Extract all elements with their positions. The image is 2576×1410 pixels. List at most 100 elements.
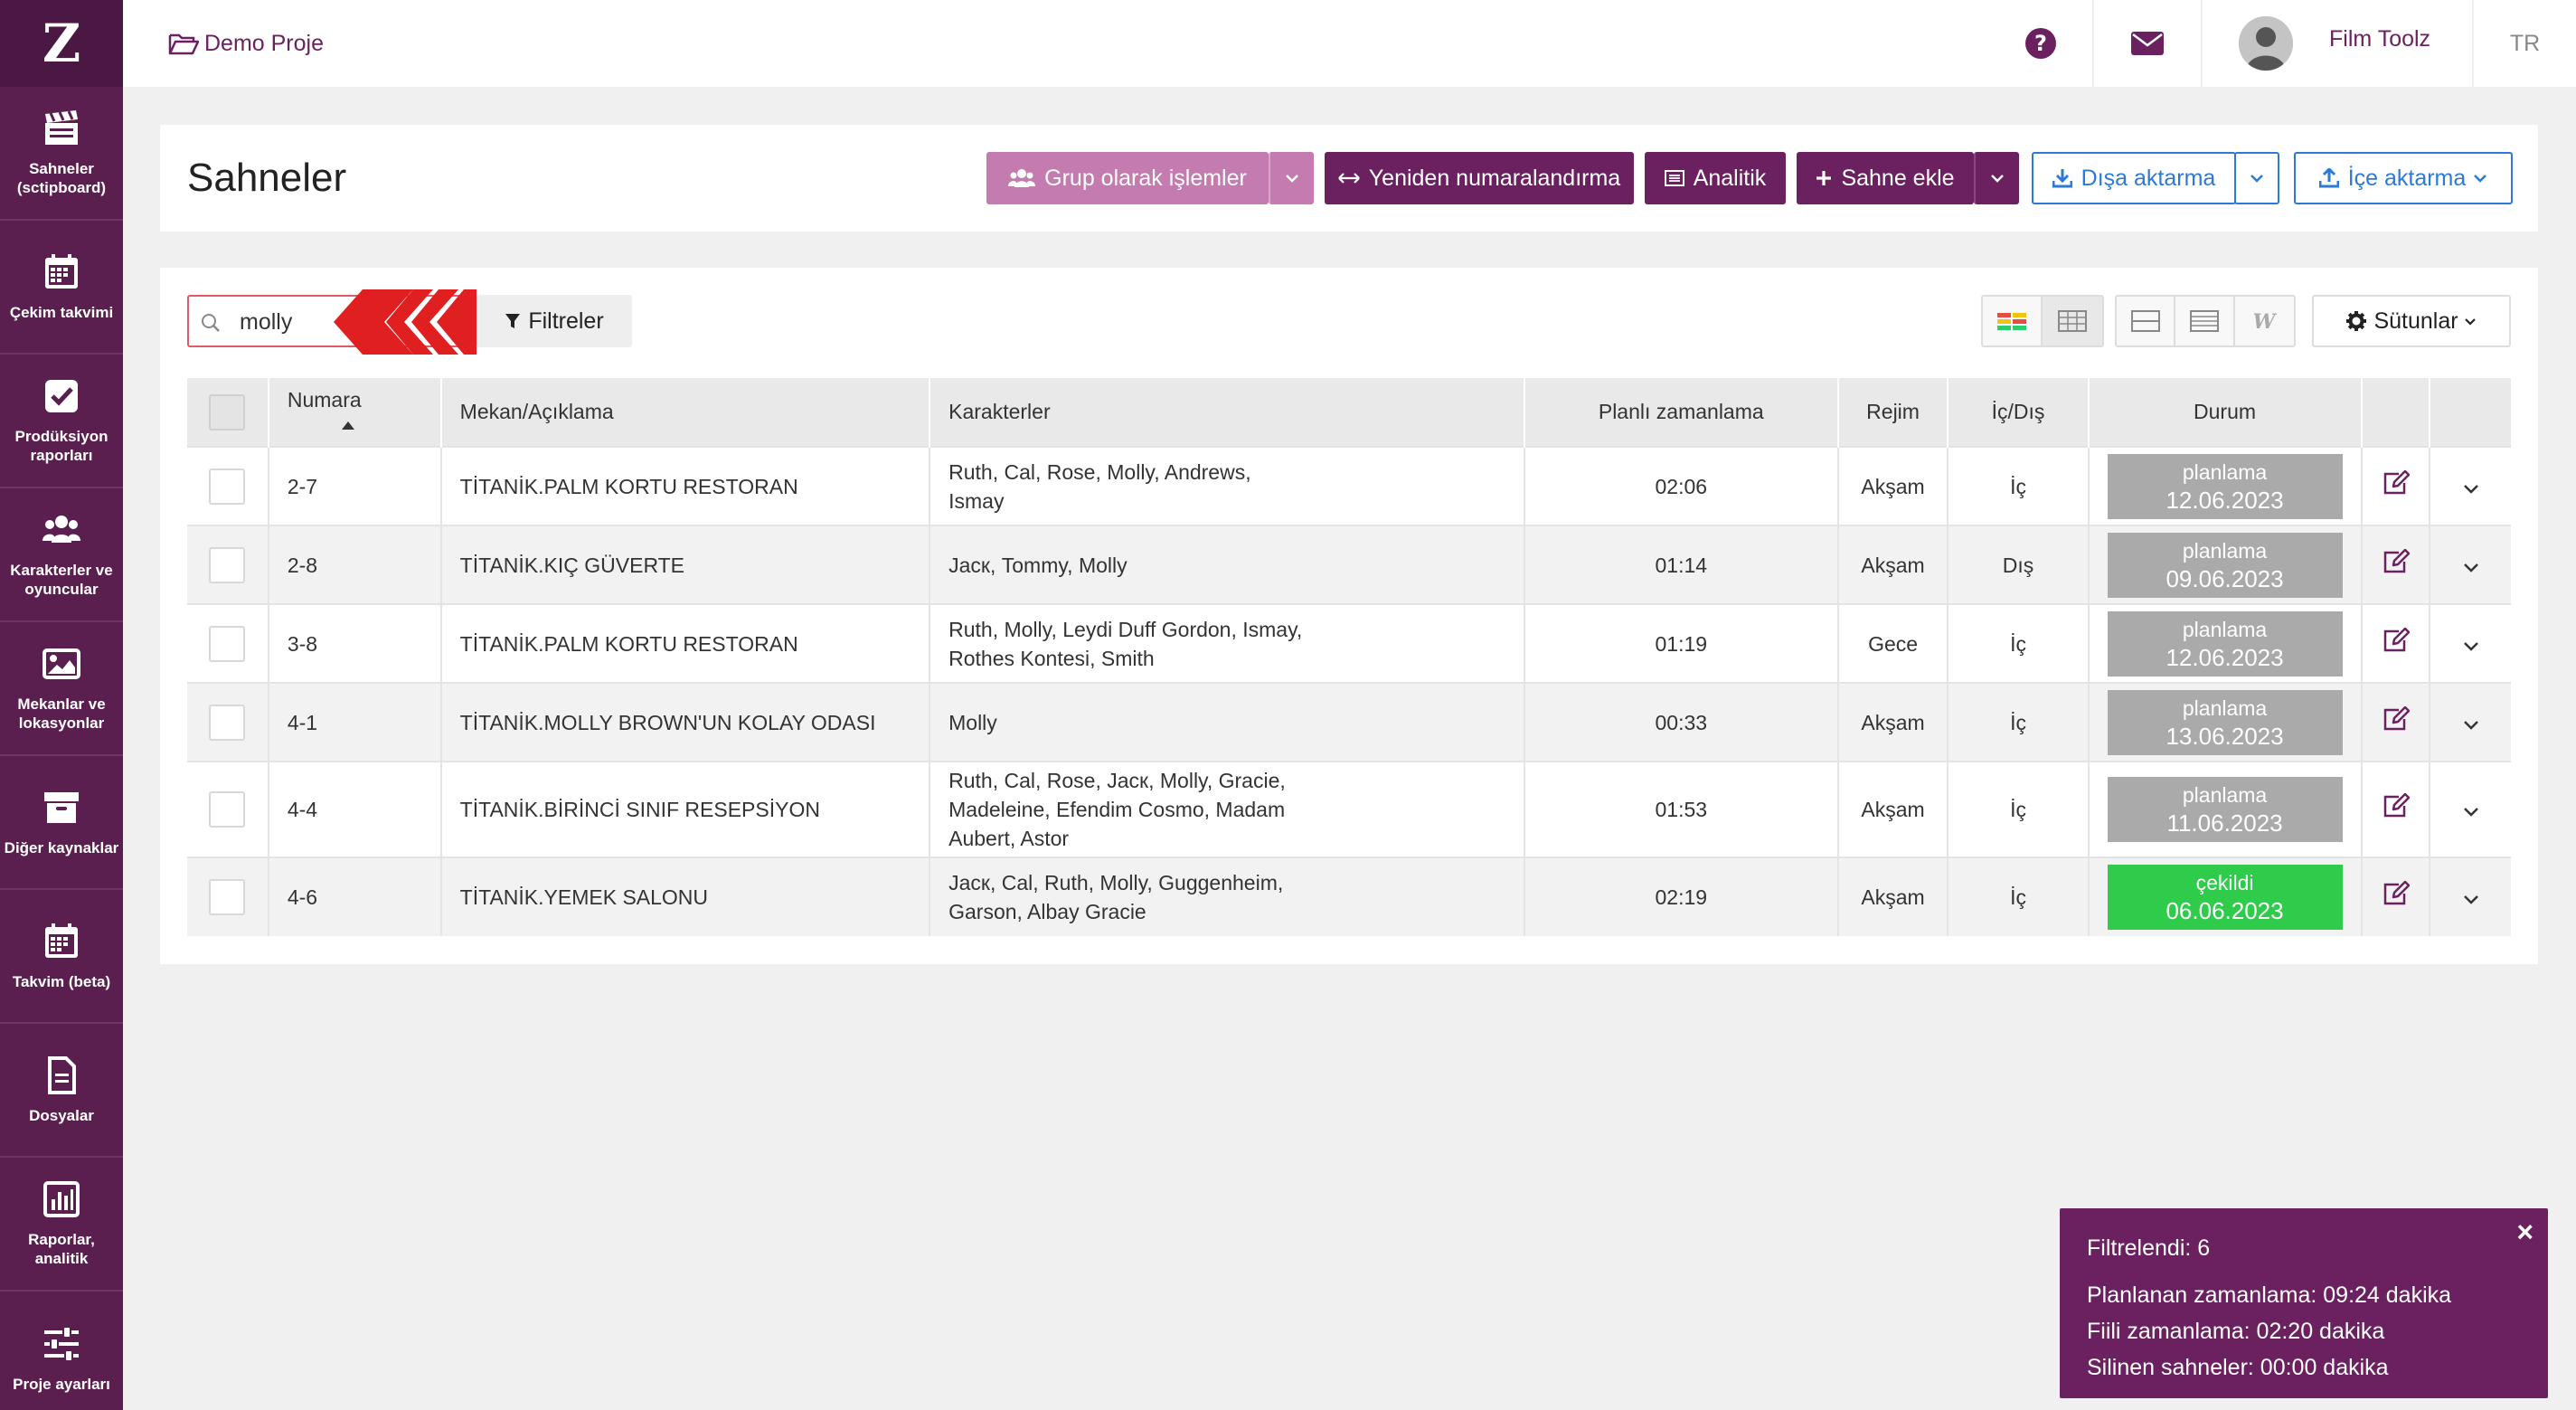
select-all-cell (187, 378, 269, 447)
expand-row-button[interactable] (2430, 761, 2511, 857)
row-checkbox[interactable] (209, 791, 246, 828)
export-label: Dışa aktarma (2081, 165, 2216, 191)
edit-button[interactable] (2361, 525, 2431, 604)
column-header-place[interactable]: Mekan/Açıklama (440, 378, 931, 447)
sidebar-item-project-settings[interactable]: Proje ayarları (0, 1292, 123, 1410)
status-badge[interactable]: planlama 12.06.2023 (2107, 610, 2343, 677)
sidebar-item-locations[interactable]: Mekanlar ve lokasyonlar (0, 622, 123, 756)
scene-regime: Gece (1837, 603, 1949, 683)
messages-button[interactable] (2092, 0, 2201, 87)
import-button[interactable]: İçe aktarma (2294, 152, 2513, 204)
color-strips-view-button[interactable] (1983, 297, 2043, 345)
status-badge[interactable]: çekildi 06.06.2023 (2107, 865, 2343, 930)
edit-button[interactable] (2361, 446, 2431, 525)
group-operations-button[interactable]: Grup olarak işlemler (986, 152, 1269, 204)
row-checkbox[interactable] (209, 468, 246, 505)
row-checkbox[interactable] (209, 704, 246, 741)
upload-icon (2318, 168, 2339, 188)
table-icon (2058, 310, 2087, 332)
column-header-int-ext[interactable]: İç/Dış (1948, 378, 2090, 447)
status-badge[interactable]: planlama 13.06.2023 (2107, 689, 2343, 755)
renumber-button[interactable]: Yeniden numaralandırma (1325, 152, 1634, 204)
sidebar-item-calendar-beta[interactable]: Takvim (beta) (0, 890, 123, 1024)
column-header-label: Karakterler (948, 400, 1051, 423)
sidebar-item-other-resources[interactable]: Diğer kaynaklar (0, 756, 123, 890)
table-row[interactable]: 4-4 TİTANİK.BİRİNCİ SINIF RESEPSİYON Ruth,… (187, 761, 2511, 857)
table-row[interactable]: 2-7 TİTANİK.PALM KORTU RESTORAN Ruth, Cal,… (187, 446, 2511, 525)
table-row[interactable]: 2-8 TİTANİK.KIÇ GÜVERTE Jacк, Tommy, Molly… (187, 525, 2511, 604)
scene-status-cell: planlama 09.06.2023 (2088, 525, 2363, 604)
row-checkbox[interactable] (209, 879, 246, 915)
column-header-edit (2361, 378, 2431, 447)
scene-regime: Akşam (1837, 761, 1949, 857)
expand-row-button[interactable] (2430, 446, 2511, 525)
expand-row-button[interactable] (2430, 525, 2511, 604)
expand-row-button[interactable] (2430, 856, 2511, 936)
column-header-planned-time[interactable]: Planlı zamanlama (1524, 378, 1839, 447)
add-scene-button[interactable]: Sahne ekle (1797, 152, 1974, 204)
table-row[interactable]: 4-6 TİTANİK.YEMEK SALONU Jacк, Cal, Ruth, … (187, 856, 2511, 936)
deleted-scenes-summary: Silinen sahneler: 00:00 dakika (2087, 1355, 2389, 1380)
columns-label: Sütunlar (2373, 308, 2458, 334)
status-label: planlama (2182, 617, 2268, 641)
add-scene-dropdown[interactable] (1974, 152, 2019, 204)
expand-row-button[interactable] (2430, 603, 2511, 683)
export-dropdown[interactable] (2234, 152, 2279, 204)
project-breadcrumb[interactable]: Demo Proje (168, 31, 324, 57)
sidebar-item-characters[interactable]: Karakterler ve oyuncular (0, 488, 123, 622)
column-header-characters[interactable]: Karakterler (929, 378, 1525, 447)
characters-line: Aubert, Astor (948, 827, 1070, 850)
status-badge[interactable]: planlama 09.06.2023 (2107, 532, 2343, 598)
sliders-icon (44, 1325, 79, 1362)
sidebar-item-shooting-schedule[interactable]: Çekim takvimi (0, 221, 123, 355)
select-cell (187, 446, 269, 525)
user-menu[interactable]: Film Toolz (2201, 0, 2472, 87)
status-label: planlama (2182, 696, 2268, 720)
edit-icon (2383, 705, 2410, 730)
edit-button[interactable] (2361, 856, 2431, 936)
expand-row-button[interactable] (2430, 682, 2511, 762)
sidebar-item-scenes[interactable]: Sahneler (sctipboard) (0, 87, 123, 221)
edit-button[interactable] (2361, 682, 2431, 762)
table-row[interactable]: 4-1 TİTANİK.MOLLY BROWN'UN KOLAY ODASI Mol… (187, 682, 2511, 762)
status-badge[interactable]: planlama 11.06.2023 (2107, 777, 2343, 842)
edit-button[interactable] (2361, 603, 2431, 683)
close-icon[interactable]: × (2516, 1216, 2534, 1249)
scene-regime: Akşam (1837, 856, 1949, 936)
question-circle-icon: ? (2025, 28, 2056, 59)
search-value: molly (240, 309, 293, 335)
column-header-number[interactable]: Numara (268, 378, 442, 447)
table-view-button[interactable] (2043, 297, 2102, 345)
analytics-button[interactable]: Analitik (1645, 152, 1786, 204)
status-date: 09.06.2023 (2166, 564, 2284, 592)
compact-rows-button[interactable] (2117, 297, 2176, 345)
app-logo[interactable]: Z (0, 0, 123, 87)
characters-line: Jacк, Tommy, Molly (948, 553, 1128, 577)
edit-button[interactable] (2361, 761, 2431, 857)
chevron-down-icon (2463, 641, 2478, 651)
table-row[interactable]: 3-8 TİTANİK.PALM KORTU RESTORAN Ruth, Moll… (187, 603, 2511, 683)
scene-planned-time: 02:06 (1524, 446, 1839, 525)
sidebar-item-production-reports[interactable]: Prodüksiyon raporları (0, 355, 123, 488)
column-header-regime[interactable]: Rejim (1837, 378, 1949, 447)
characters-line: Garson, Albay Gracie (948, 900, 1146, 923)
export-button[interactable]: Dışa aktarma (2032, 152, 2236, 204)
list-rows-button[interactable] (2175, 297, 2235, 345)
scene-characters: Ruth, Cal, Rose, Jacк, Molly, Gracie, Mad… (929, 761, 1525, 857)
language-switch[interactable]: TR (2472, 0, 2576, 87)
row-checkbox[interactable] (209, 625, 246, 662)
users-icon (1008, 169, 1036, 187)
status-badge[interactable]: planlama 12.06.2023 (2107, 453, 2343, 519)
scene-int-ext: Dış (1948, 525, 2090, 604)
column-header-status[interactable]: Durum (2088, 378, 2363, 447)
columns-button[interactable]: Sütunlar (2312, 295, 2511, 347)
row-checkbox[interactable] (209, 546, 246, 583)
filters-button[interactable]: Filtreler (477, 295, 632, 347)
select-all-checkbox[interactable] (209, 393, 246, 431)
status-date: 11.06.2023 (2166, 809, 2283, 837)
group-operations-dropdown[interactable] (1269, 152, 1314, 204)
list-icon (2190, 310, 2220, 332)
sidebar-item-reports-analytics[interactable]: Raporlar, analitik (0, 1158, 123, 1292)
sidebar-item-files[interactable]: Dosyalar (0, 1024, 123, 1158)
word-view-button[interactable]: W (2235, 297, 2294, 345)
